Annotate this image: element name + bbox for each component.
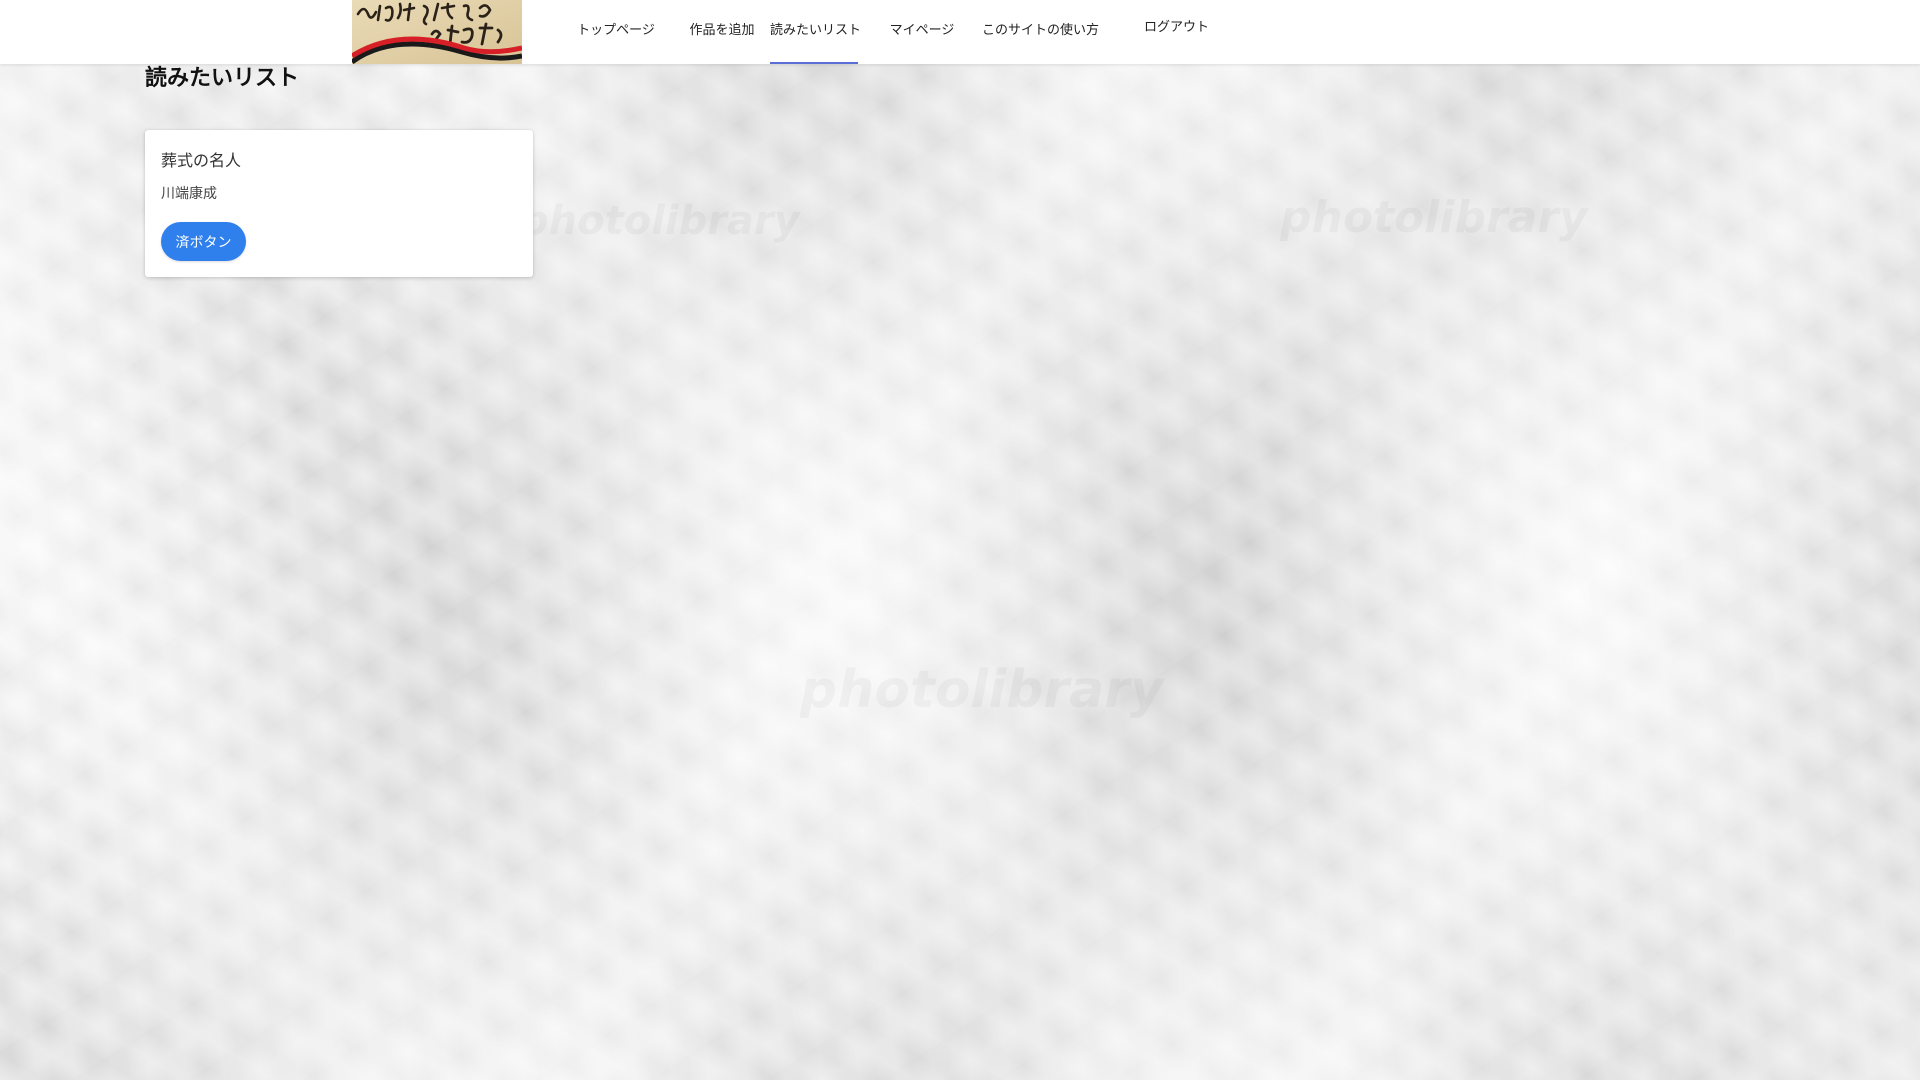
logout-link[interactable]: ログアウト	[1144, 0, 1209, 64]
nav-add-work[interactable]: 作品を追加	[658, 0, 786, 64]
mark-read-button[interactable]: 済ボタン	[161, 222, 246, 261]
page-title: 読みたいリスト	[145, 66, 300, 91]
background-watermark: photolibrary	[1280, 192, 1588, 243]
site-logo[interactable]	[352, 0, 522, 64]
background-watermark: photolibrary	[800, 660, 1164, 720]
logo-calligraphy-image	[352, 0, 522, 64]
nav-mypage[interactable]: マイページ	[888, 0, 956, 64]
nav-want-list[interactable]: 読みたいリスト	[770, 0, 861, 64]
want-list-card: 葬式の名人 川端康成 済ボタン	[145, 130, 533, 277]
work-title: 葬式の名人	[161, 151, 242, 170]
background-watermark: photolibrary	[520, 198, 800, 244]
nav-how-to-use[interactable]: このサイトの使い方	[982, 0, 1099, 64]
work-author: 川端康成	[161, 186, 217, 202]
nav-top-page[interactable]: トップページ	[560, 0, 672, 64]
top-nav-bar: トップページ 作品を追加 読みたいリスト マイページ このサイトの使い方 ログア…	[0, 0, 1920, 64]
